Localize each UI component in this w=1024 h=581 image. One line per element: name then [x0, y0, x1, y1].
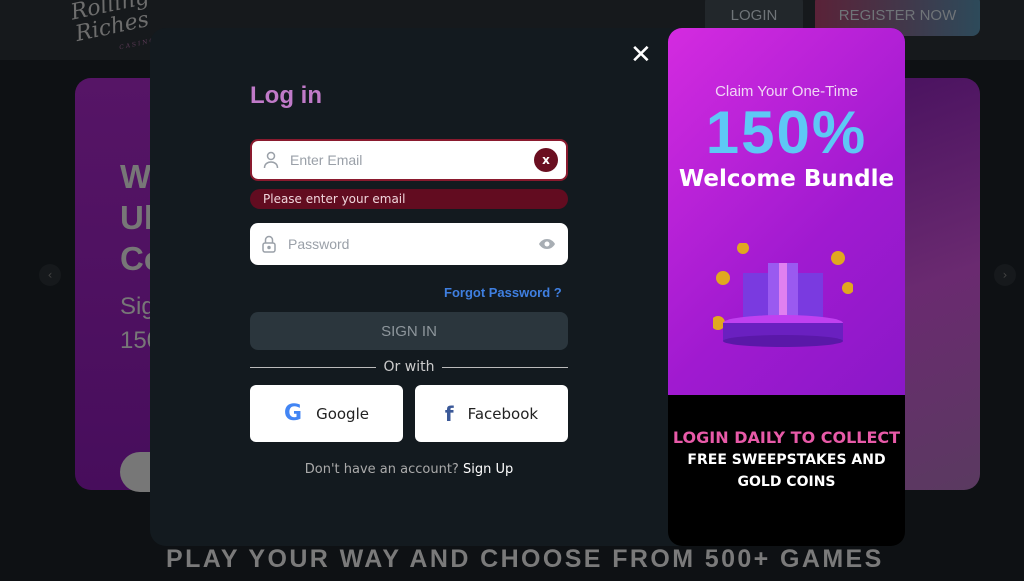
clear-email-button[interactable]: x [534, 148, 558, 172]
login-title: Log in [250, 82, 322, 109]
signup-prompt: Don't have an account? Sign Up [250, 462, 568, 477]
google-button[interactable]: G Google [250, 385, 403, 442]
password-input[interactable] [288, 236, 538, 252]
email-field[interactable]: x [250, 139, 568, 181]
promo-daily-text: LOGIN DAILY TO COLLECT [672, 428, 901, 447]
sign-in-button[interactable]: SIGN IN [250, 312, 568, 350]
facebook-label: Facebook [467, 404, 539, 423]
user-icon [252, 151, 290, 169]
or-with-label: Or with [383, 359, 435, 375]
carousel-prev-icon[interactable]: ‹ [39, 264, 61, 286]
google-icon: G [284, 401, 303, 426]
forgot-password-link[interactable]: Forgot Password ? [444, 285, 562, 300]
promo-line2: Welcome Bundle [678, 166, 895, 192]
sign-up-link[interactable]: Sign Up [463, 462, 513, 477]
facebook-button[interactable]: f Facebook [415, 385, 568, 442]
google-label: Google [316, 404, 369, 423]
password-field[interactable] [250, 223, 568, 265]
close-icon[interactable]: ✕ [630, 40, 652, 70]
eye-icon[interactable] [538, 235, 556, 254]
promo-reward-text: FREE SWEEPSTAKES AND GOLD COINS [687, 452, 886, 490]
logo[interactable]: Rolling Riches CASINO [69, 0, 160, 68]
gift-podium-illustration [713, 243, 853, 347]
games-banner-text: PLAY YOUR WAY AND CHOOSE FROM 500+ GAMES [166, 545, 884, 573]
signup-prompt-text: Don't have an account? [304, 462, 459, 477]
lock-icon [250, 235, 288, 253]
promo-line1: Claim Your One-Time [715, 83, 858, 100]
email-input[interactable] [290, 152, 534, 168]
promo-panel: Claim Your One-Time 150% Welcome Bundle … [668, 28, 905, 546]
email-error: Please enter your email [250, 189, 568, 209]
carousel-next-icon[interactable]: › [994, 264, 1016, 286]
facebook-icon: f [444, 401, 454, 426]
or-with-divider: Or with [250, 359, 568, 375]
promo-percent: 150% [705, 99, 868, 166]
